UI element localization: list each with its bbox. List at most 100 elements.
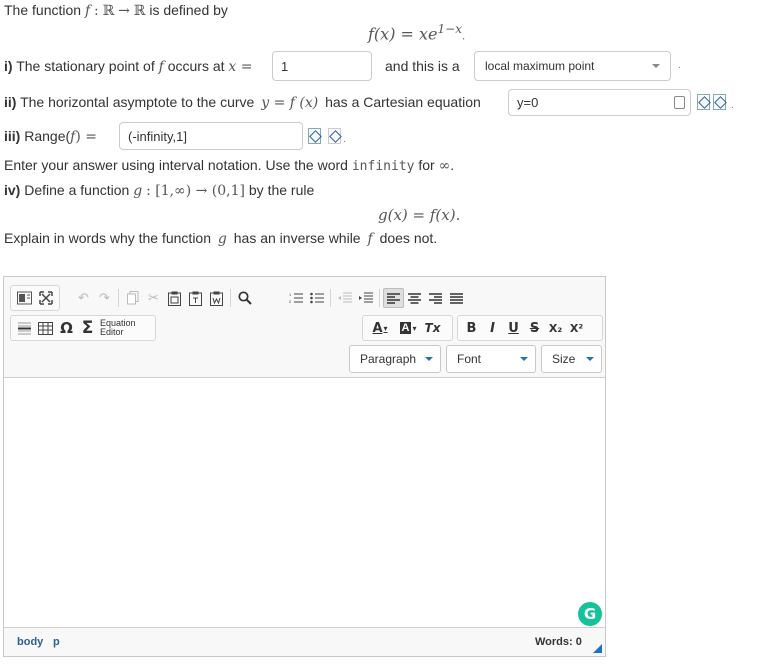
font-size-dropdown[interactable]: Size xyxy=(541,345,602,373)
part-i-occurs: occurs at xyxy=(167,58,225,74)
part-iv-label: iv) xyxy=(4,182,21,198)
chevron-down-icon xyxy=(425,357,433,361)
svg-text:2: 2 xyxy=(289,299,292,304)
horizontal-rule-icon[interactable] xyxy=(14,318,35,338)
numbered-list-icon[interactable]: 12 xyxy=(285,288,306,308)
input-helper-icon[interactable] xyxy=(674,96,685,109)
equation-editor-button[interactable]: Equation Editor xyxy=(100,319,136,337)
maximize-icon[interactable] xyxy=(35,288,56,308)
superscript-button[interactable]: X² xyxy=(566,318,587,338)
undo-icon[interactable]: ↶ xyxy=(73,288,94,308)
part-iii-label: iii) xyxy=(4,128,21,144)
bold-button[interactable]: B xyxy=(461,318,482,338)
preview-icon[interactable] xyxy=(697,94,710,110)
background-color-button[interactable]: A ▾ xyxy=(394,318,422,338)
redo-icon[interactable]: ↷ xyxy=(94,288,115,308)
chevron-down-icon xyxy=(520,357,528,361)
part-i-prompt: i) The stationary point of f occurs at x… xyxy=(4,58,252,75)
definition-e: e xyxy=(428,24,438,44)
stationary-type-select[interactable]: local maximum point xyxy=(474,51,671,81)
paste-icon[interactable] xyxy=(164,288,185,308)
part-ii-text1: The horizontal asymptote to the curve xyxy=(20,94,255,110)
part-i-mid: and this is a xyxy=(385,58,460,74)
editor-content-area[interactable] xyxy=(4,377,605,628)
intro-domain: ℝ xyxy=(102,3,115,19)
align-left-icon[interactable] xyxy=(383,288,404,308)
copy-icon[interactable] xyxy=(122,288,143,308)
intro-line: The function f : ℝ → ℝ is defined by xyxy=(4,2,228,19)
special-character-button[interactable]: Ω xyxy=(56,318,77,338)
chevron-down-icon xyxy=(652,64,660,68)
toolbar-group-insert: Ω Σ Equation Editor xyxy=(10,315,156,341)
font-dropdown[interactable]: Font xyxy=(446,345,536,373)
toolbar-group-colors: A ▾ A ▾ Tx xyxy=(362,315,453,341)
element-path-p[interactable]: p xyxy=(53,636,60,648)
paragraph-format-label: Paragraph xyxy=(360,352,417,366)
validate-icon[interactable] xyxy=(328,128,341,144)
grammarly-icon[interactable]: G xyxy=(578,602,602,626)
part-iv-mapping: : [1,∞) → (0,1] xyxy=(146,183,245,199)
toolbar-separator xyxy=(230,289,231,307)
font-label: Font xyxy=(457,352,482,366)
source-icon[interactable] xyxy=(14,288,35,308)
align-right-icon[interactable] xyxy=(425,288,446,308)
toolbar-group-basic-styles: B I U S X₂ X² xyxy=(457,315,603,341)
explain-text3: does not. xyxy=(379,230,438,246)
part-ii-dot: . xyxy=(731,100,734,111)
range-input[interactable]: (-infinity,1] xyxy=(119,122,303,150)
intro-arrow: → xyxy=(118,3,130,19)
part-i-f: f xyxy=(158,59,164,75)
part-iv-text2: by the rule xyxy=(248,182,315,198)
intro-codomain: ℝ xyxy=(133,3,146,19)
intro-f: f xyxy=(84,3,91,19)
sigma-icon[interactable]: Σ xyxy=(77,318,98,338)
part-i-var: x = xyxy=(228,59,253,75)
outdent-icon[interactable] xyxy=(334,288,355,308)
resize-handle-icon[interactable] xyxy=(593,644,602,653)
paragraph-format-dropdown[interactable]: Paragraph xyxy=(349,345,441,373)
part-i-text: The stationary point of xyxy=(16,58,155,74)
background-color-label: A xyxy=(399,322,412,334)
underline-button[interactable]: U xyxy=(503,318,524,338)
bulleted-list-icon[interactable] xyxy=(306,288,327,308)
validate-icon[interactable] xyxy=(713,94,726,110)
part-ii-label: ii) xyxy=(4,94,17,110)
remove-format-button[interactable]: Tx xyxy=(422,318,443,338)
part-ii-curve: y = f (x) xyxy=(261,95,319,111)
toolbar-group-paragraph: 12 xyxy=(282,285,470,311)
paste-word-icon[interactable] xyxy=(206,288,227,308)
infinity-symbol: ∞ xyxy=(438,158,451,174)
italic-button[interactable]: I xyxy=(482,318,503,338)
part-iv-prompt: iv) Define a function g : [1,∞) → (0,1] … xyxy=(4,182,314,199)
cut-icon[interactable]: ✂ xyxy=(143,288,164,308)
stationary-type-value: local maximum point xyxy=(485,59,595,73)
definition-x: x xyxy=(419,24,429,44)
toolbar-group-view xyxy=(10,285,60,311)
asymptote-value: y=0 xyxy=(517,95,539,110)
asymptote-input[interactable]: y=0 xyxy=(508,89,691,116)
align-center-icon[interactable] xyxy=(404,288,425,308)
interval-note-text2: for xyxy=(418,157,435,173)
text-color-button[interactable]: A ▾ xyxy=(366,318,394,338)
part-ii-prompt: ii) The horizontal asymptote to the curv… xyxy=(4,94,481,111)
paste-text-icon[interactable] xyxy=(185,288,206,308)
toolbar-group-clipboard: ↶ ↷ ✂ xyxy=(70,285,258,311)
explain-text2: has an inverse while xyxy=(233,230,361,246)
table-icon[interactable] xyxy=(35,318,56,338)
part-ii-text2: has a Cartesian equation xyxy=(325,94,481,110)
find-icon[interactable] xyxy=(234,288,255,308)
toolbar-separator xyxy=(379,289,380,307)
strikethrough-button[interactable]: S xyxy=(524,318,545,338)
subscript-button[interactable]: X₂ xyxy=(545,318,566,338)
explain-text1: Explain in words why the function xyxy=(4,230,211,246)
font-size-label: Size xyxy=(552,352,576,366)
preview-icon[interactable] xyxy=(308,128,321,144)
element-path-body[interactable]: body xyxy=(17,636,43,648)
rich-text-editor: ↶ ↷ ✂ 12 Ω Σ Equation Editor A ▾ A ▾ Tx … xyxy=(3,276,606,657)
interval-note-code: infinity xyxy=(351,159,415,174)
definition-dot: . xyxy=(461,31,466,43)
stationary-point-input[interactable]: 1 xyxy=(272,51,372,81)
justify-icon[interactable] xyxy=(446,288,467,308)
part-iv-text1: Define a function xyxy=(24,182,130,198)
indent-icon[interactable] xyxy=(355,288,376,308)
